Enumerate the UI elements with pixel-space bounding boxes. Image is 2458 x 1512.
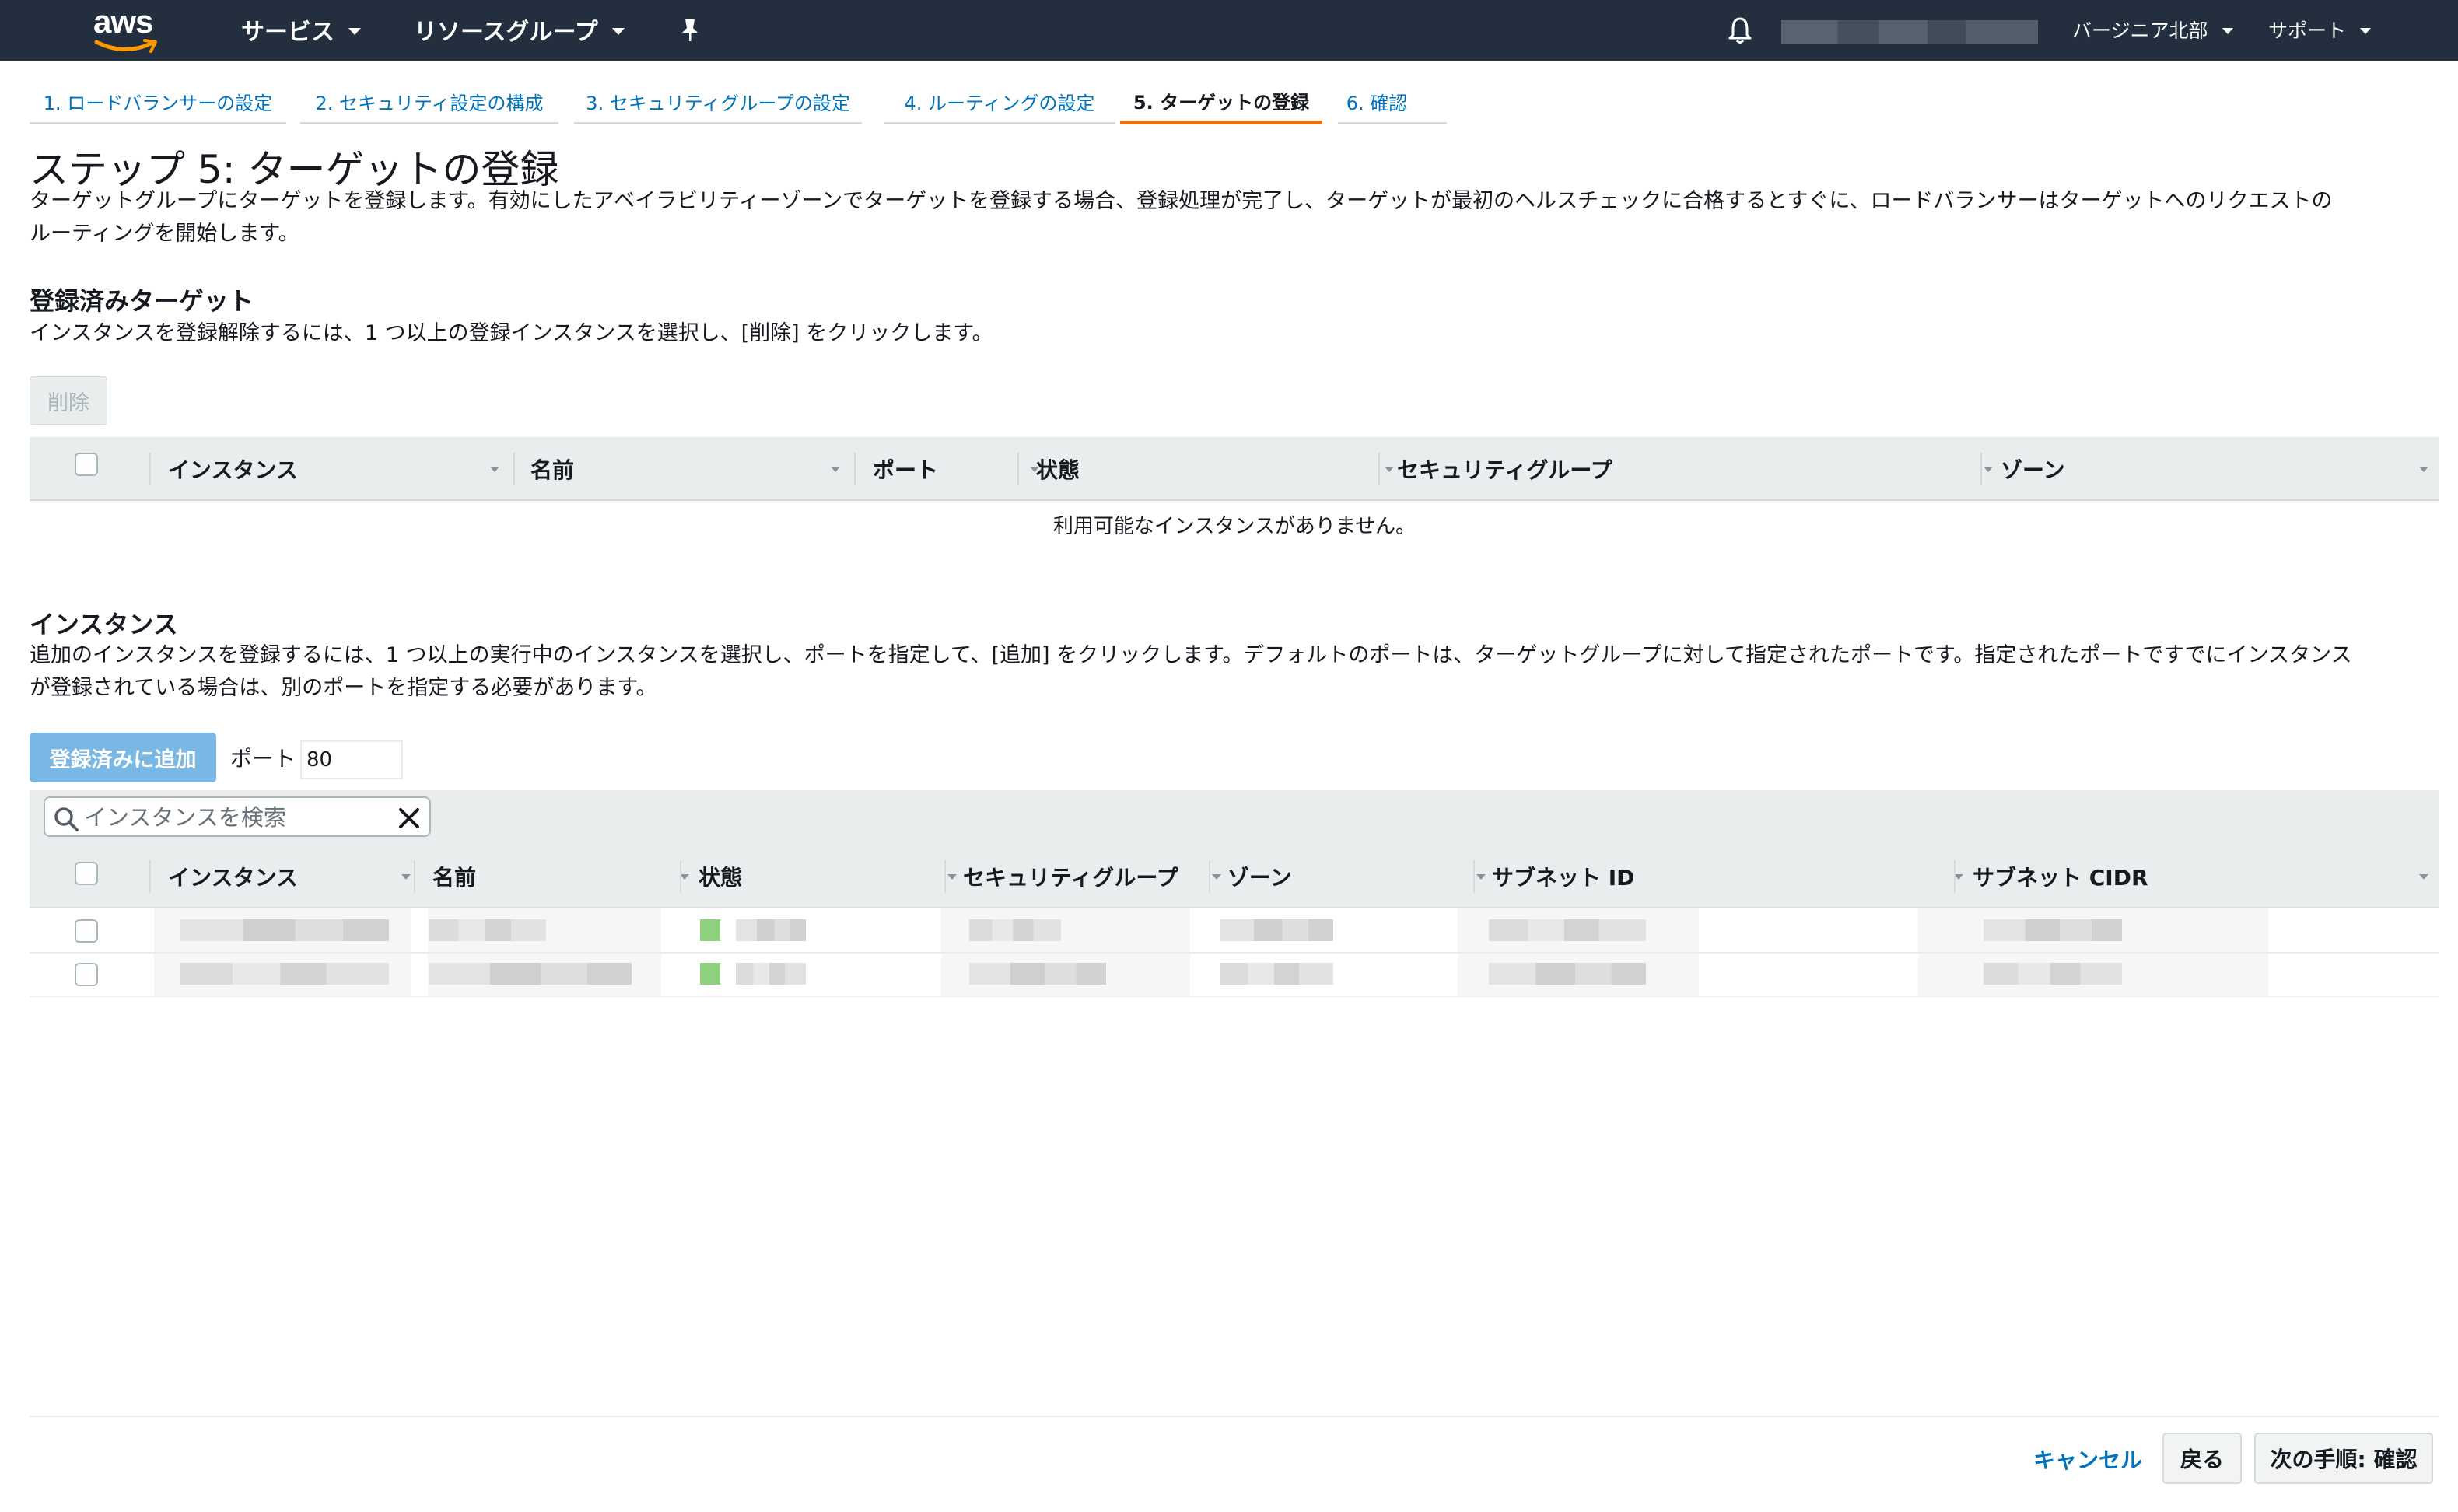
services-menu[interactable]: サービス [241, 12, 361, 47]
search-icon [54, 807, 79, 831]
aws-smile-icon [94, 39, 157, 53]
registered-targets-table: インスタンス 名前 ポート 状態 セキュリティグループ ゾーン 利用可能なインス… [30, 437, 2439, 554]
aws-logo[interactable]: aws [93, 3, 165, 53]
chevron-down-icon [348, 27, 361, 35]
tab-step-1[interactable]: 1. ロードバランサーの設定 [30, 81, 286, 124]
back-button[interactable]: 戻る [2162, 1433, 2242, 1484]
state-cell [736, 963, 806, 985]
remove-button[interactable]: 削除 [30, 376, 107, 425]
table-row[interactable] [30, 910, 2439, 954]
resource-groups-menu[interactable]: リソースグループ [414, 12, 625, 47]
search-input[interactable] [84, 803, 387, 832]
column-header-zone[interactable]: ゾーン [2001, 437, 2439, 501]
column-header-subnet-id[interactable]: サブネット ID [1492, 845, 1974, 908]
column-header-name[interactable]: 名前 [432, 845, 700, 908]
empty-message: 利用可能なインスタンスがありません。 [1052, 514, 1416, 538]
page-description: ターゲットグループにターゲットを登録します。有効にしたアベイラビリティーゾーンで… [30, 189, 2333, 246]
row-checkbox[interactable] [75, 919, 98, 943]
aws-logo-text: aws [93, 3, 153, 40]
tab-step-6[interactable]: 6. 確認 [1338, 81, 1447, 124]
state-indicator [700, 919, 720, 941]
close-icon[interactable] [397, 806, 422, 831]
select-all-checkbox[interactable] [75, 862, 98, 885]
column-header-name[interactable]: 名前 [530, 437, 851, 501]
support-label: サポート [2268, 19, 2347, 42]
search-toolbar [30, 790, 2439, 845]
security-group-cell [969, 963, 1106, 985]
region-label: バージニア北部 [2072, 19, 2208, 42]
column-header-security-group[interactable]: セキュリティグループ [1397, 437, 2004, 501]
tab-step-2[interactable]: 2. セキュリティ設定の構成 [300, 81, 558, 124]
resource-groups-label: リソースグループ [414, 19, 598, 46]
chevron-down-icon [2222, 27, 2233, 34]
support-menu[interactable]: サポート [2268, 12, 2372, 47]
select-all-checkbox[interactable] [75, 453, 98, 476]
column-header-security-group[interactable]: セキュリティグループ [963, 845, 1232, 908]
tab-step-4[interactable]: 4. ルーティングの設定 [884, 81, 1115, 124]
column-header-state[interactable]: 状態 [699, 845, 968, 908]
registered-targets-description: インスタンスを登録解除するには、1 つ以上の登録インスタンスを選択し、[削除] … [30, 321, 993, 345]
column-header-state[interactable]: 状態 [1036, 437, 1405, 501]
column-header-instance[interactable]: インスタンス [168, 845, 422, 908]
instance-id-cell [180, 963, 389, 985]
port-label: ポート [230, 746, 296, 772]
security-group-cell [969, 919, 1061, 941]
services-label: サービス [241, 19, 334, 46]
zone-cell [1220, 919, 1333, 941]
region-menu[interactable]: バージニア北部 [2072, 12, 2233, 47]
next-review-button[interactable]: 次の手順: 確認 [2254, 1433, 2433, 1484]
table-header: インスタンス 名前 ポート 状態 セキュリティグループ ゾーン [30, 437, 2439, 501]
column-header-instance[interactable]: インスタンス [168, 437, 510, 501]
subnet-id-cell [1489, 963, 1646, 985]
instances-table: インスタンス 名前 状態 セキュリティグループ ゾーン サブネット ID サブネ… [30, 845, 2439, 997]
table-row[interactable] [30, 954, 2439, 997]
bell-icon[interactable] [1727, 16, 1753, 45]
registered-targets-heading: 登録済みターゲット [30, 286, 254, 316]
chevron-down-icon [611, 27, 625, 35]
state-cell [736, 919, 806, 941]
account-name[interactable] [1781, 20, 2038, 44]
footer-divider [30, 1416, 2439, 1417]
state-indicator [700, 963, 720, 985]
row-checkbox[interactable] [75, 963, 98, 986]
name-cell [429, 963, 632, 985]
zone-cell [1220, 963, 1333, 985]
subnet-id-cell [1489, 919, 1646, 941]
search-box[interactable] [44, 796, 431, 837]
name-cell [429, 919, 546, 941]
pin-icon[interactable] [678, 17, 702, 44]
subnet-cidr-cell [1984, 963, 2122, 985]
tab-step-3[interactable]: 3. セキュリティグループの設定 [574, 81, 862, 124]
add-to-registered-button[interactable]: 登録済みに追加 [30, 733, 216, 782]
top-navigation-bar: aws サービス リソースグループ バージニア北部 サポート [0, 0, 2458, 61]
instances-description: 追加のインスタンスを登録するには、1 つ以上の実行中のインスタンスを選択し、ポー… [30, 643, 2352, 700]
instances-heading: インスタンス [30, 610, 178, 639]
column-header-port[interactable]: ポート [845, 437, 1050, 501]
subnet-cidr-cell [1984, 919, 2122, 941]
chevron-down-icon [2360, 27, 2372, 34]
column-header-subnet-cidr[interactable]: サブネット CIDR [1973, 845, 2439, 908]
tab-step-5[interactable]: 5. ターゲットの登録 [1120, 81, 1322, 124]
port-input[interactable] [300, 740, 403, 779]
cancel-link[interactable]: キャンセル [2033, 1440, 2142, 1478]
column-header-zone[interactable]: ゾーン [1227, 845, 1497, 908]
instance-id-cell [180, 919, 389, 941]
table-header: インスタンス 名前 状態 セキュリティグループ ゾーン サブネット ID サブネ… [30, 845, 2439, 908]
